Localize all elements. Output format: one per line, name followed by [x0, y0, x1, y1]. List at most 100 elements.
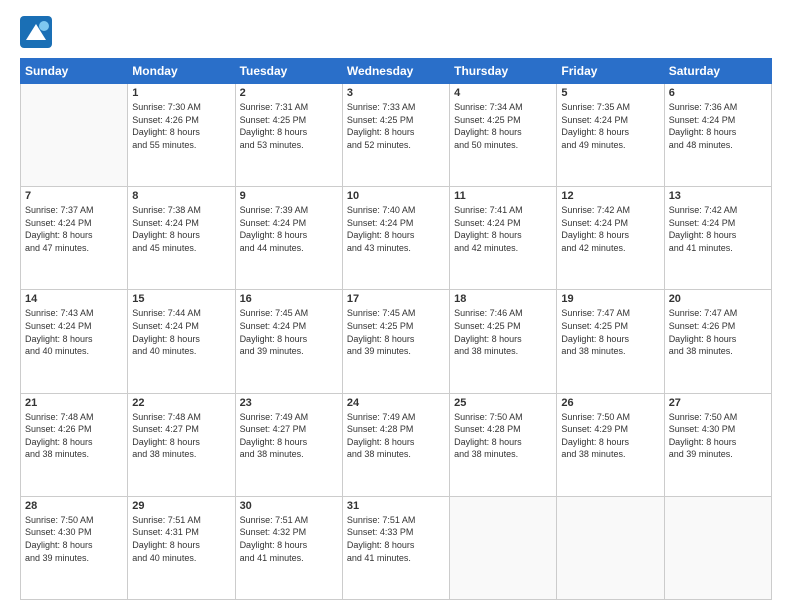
day-info: Sunrise: 7:51 AMSunset: 4:32 PMDaylight:… — [240, 514, 338, 564]
day-info-line: Sunrise: 7:35 AM — [561, 102, 630, 112]
day-info-line: Sunrise: 7:47 AM — [669, 308, 738, 318]
calendar-day-cell: 11Sunrise: 7:41 AMSunset: 4:24 PMDayligh… — [450, 187, 557, 290]
day-info: Sunrise: 7:49 AMSunset: 4:27 PMDaylight:… — [240, 411, 338, 461]
day-info-line: Daylight: 8 hours — [240, 230, 308, 240]
day-info: Sunrise: 7:50 AMSunset: 4:28 PMDaylight:… — [454, 411, 552, 461]
day-number: 19 — [561, 293, 659, 305]
day-info-line: and 44 minutes. — [240, 243, 304, 253]
day-info-line: Daylight: 8 hours — [25, 540, 93, 550]
day-number: 31 — [347, 500, 445, 512]
day-info: Sunrise: 7:47 AMSunset: 4:25 PMDaylight:… — [561, 307, 659, 357]
day-info: Sunrise: 7:45 AMSunset: 4:24 PMDaylight:… — [240, 307, 338, 357]
day-info-line: Sunset: 4:24 PM — [240, 218, 307, 228]
day-info: Sunrise: 7:51 AMSunset: 4:31 PMDaylight:… — [132, 514, 230, 564]
day-info-line: Daylight: 8 hours — [561, 127, 629, 137]
day-info-line: Sunrise: 7:33 AM — [347, 102, 416, 112]
day-number: 11 — [454, 190, 552, 202]
calendar-day-cell — [21, 84, 128, 187]
calendar-day-cell: 29Sunrise: 7:51 AMSunset: 4:31 PMDayligh… — [128, 496, 235, 599]
day-info-line: and 38 minutes. — [25, 449, 89, 459]
day-info-line: Sunrise: 7:39 AM — [240, 205, 309, 215]
day-info-line: Sunset: 4:24 PM — [132, 218, 199, 228]
calendar-day-cell: 9Sunrise: 7:39 AMSunset: 4:24 PMDaylight… — [235, 187, 342, 290]
calendar-day-header: Friday — [557, 59, 664, 84]
day-info-line: Daylight: 8 hours — [347, 334, 415, 344]
day-info-line: Daylight: 8 hours — [454, 334, 522, 344]
day-number: 2 — [240, 87, 338, 99]
day-info-line: Sunrise: 7:50 AM — [669, 412, 738, 422]
calendar-day-cell: 14Sunrise: 7:43 AMSunset: 4:24 PMDayligh… — [21, 290, 128, 393]
day-number: 22 — [132, 397, 230, 409]
day-info-line: Sunset: 4:30 PM — [25, 527, 92, 537]
day-info-line: Daylight: 8 hours — [347, 230, 415, 240]
day-info-line: Sunset: 4:24 PM — [240, 321, 307, 331]
day-info-line: Daylight: 8 hours — [132, 230, 200, 240]
day-info-line: Daylight: 8 hours — [240, 127, 308, 137]
day-info-line: Sunset: 4:26 PM — [132, 115, 199, 125]
day-info-line: Daylight: 8 hours — [561, 437, 629, 447]
day-number: 16 — [240, 293, 338, 305]
day-info: Sunrise: 7:51 AMSunset: 4:33 PMDaylight:… — [347, 514, 445, 564]
calendar-day-header: Sunday — [21, 59, 128, 84]
day-info-line: Sunset: 4:25 PM — [347, 115, 414, 125]
day-info-line: Daylight: 8 hours — [454, 437, 522, 447]
day-info-line: Sunset: 4:24 PM — [669, 218, 736, 228]
day-info: Sunrise: 7:38 AM Sunset: 4:24 PM Daylight:… — [132, 204, 230, 254]
day-info: Sunrise: 7:49 AMSunset: 4:28 PMDaylight:… — [347, 411, 445, 461]
calendar-table: SundayMondayTuesdayWednesdayThursdayFrid… — [20, 58, 772, 600]
day-number: 20 — [669, 293, 767, 305]
day-info-line: and 38 minutes. — [454, 346, 518, 356]
day-info-line: Sunset: 4:27 PM — [132, 424, 199, 434]
day-info-line: and 38 minutes. — [561, 346, 625, 356]
day-number: 3 — [347, 87, 445, 99]
day-info-line: and 42 minutes. — [561, 243, 625, 253]
day-info-line: Sunset: 4:25 PM — [561, 321, 628, 331]
calendar-day-cell: 2Sunrise: 7:31 AMSunset: 4:25 PMDaylight… — [235, 84, 342, 187]
day-info-line: Daylight: 8 hours — [454, 230, 522, 240]
calendar-day-cell: 5Sunrise: 7:35 AMSunset: 4:24 PMDaylight… — [557, 84, 664, 187]
calendar-week-row: 14Sunrise: 7:43 AMSunset: 4:24 PMDayligh… — [21, 290, 772, 393]
day-number: 18 — [454, 293, 552, 305]
page: SundayMondayTuesdayWednesdayThursdayFrid… — [0, 0, 792, 612]
day-info-line: and 48 minutes. — [669, 140, 733, 150]
day-number: 30 — [240, 500, 338, 512]
calendar-week-row: 7 Sunrise: 7:37 AM Sunset: 4:24 PM Daylight… — [21, 187, 772, 290]
day-number: 26 — [561, 397, 659, 409]
day-info-line: Sunrise: 7:41 AM — [454, 205, 523, 215]
day-info-line: Sunrise: 7:44 AM — [132, 308, 201, 318]
day-info-line: Sunrise: 7:43 AM — [25, 308, 94, 318]
calendar-day-cell: 3Sunrise: 7:33 AMSunset: 4:25 PMDaylight… — [342, 84, 449, 187]
day-info-line: Daylight: 8 hours — [240, 437, 308, 447]
day-info-line: Sunset: 4:24 PM — [561, 218, 628, 228]
day-info-line: Sunrise: 7:38 AM — [132, 205, 201, 215]
day-info: Sunrise: 7:50 AMSunset: 4:29 PMDaylight:… — [561, 411, 659, 461]
header — [20, 16, 772, 48]
day-number: 24 — [347, 397, 445, 409]
day-number: 7 — [25, 190, 123, 202]
calendar-day-cell: 12Sunrise: 7:42 AMSunset: 4:24 PMDayligh… — [557, 187, 664, 290]
day-info-line: Daylight: 8 hours — [669, 127, 737, 137]
logo-icon — [20, 16, 52, 48]
day-info: Sunrise: 7:36 AMSunset: 4:24 PMDaylight:… — [669, 101, 767, 151]
day-info-line: Sunrise: 7:37 AM — [25, 205, 94, 215]
day-info-line: and 38 minutes. — [347, 449, 411, 459]
day-info-line: Sunset: 4:24 PM — [25, 218, 92, 228]
day-info: Sunrise: 7:39 AM Sunset: 4:24 PM Daylight:… — [240, 204, 338, 254]
day-info: Sunrise: 7:44 AMSunset: 4:24 PMDaylight:… — [132, 307, 230, 357]
calendar-day-cell: 24 Sunrise: 7:49 AMSunset: 4:28 PMDayligh… — [342, 393, 449, 496]
day-info: Sunrise: 7:35 AM Sunset: 4:24 PM Daylight:… — [561, 101, 659, 151]
day-number: 28 — [25, 500, 123, 512]
day-info: Sunrise: 7:37 AMSunset: 4:24 PMDaylight:… — [25, 204, 123, 254]
day-info-line: Sunset: 4:27 PM — [240, 424, 307, 434]
day-info-line: Daylight: 8 hours — [669, 230, 737, 240]
day-info-line: Sunset: 4:30 PM — [669, 424, 736, 434]
calendar-day-cell: 27Sunrise: 7:50 AMSunset: 4:30 PMDayligh… — [664, 393, 771, 496]
day-info-line: Daylight: 8 hours — [669, 437, 737, 447]
calendar-day-cell: 22Sunrise: 7:48 AMSunset: 4:27 PMDayligh… — [128, 393, 235, 496]
day-info-line: Sunset: 4:24 PM — [561, 115, 628, 125]
day-info-line: and 38 minutes. — [669, 346, 733, 356]
day-number: 8 — [132, 190, 230, 202]
day-info-line: Sunrise: 7:51 AM — [240, 515, 309, 525]
calendar-week-row: 1Sunrise: 7:30 AMSunset: 4:26 PMDaylight… — [21, 84, 772, 187]
day-info: Sunrise: 7:50 AMSunset: 4:30 PMDaylight:… — [25, 514, 123, 564]
